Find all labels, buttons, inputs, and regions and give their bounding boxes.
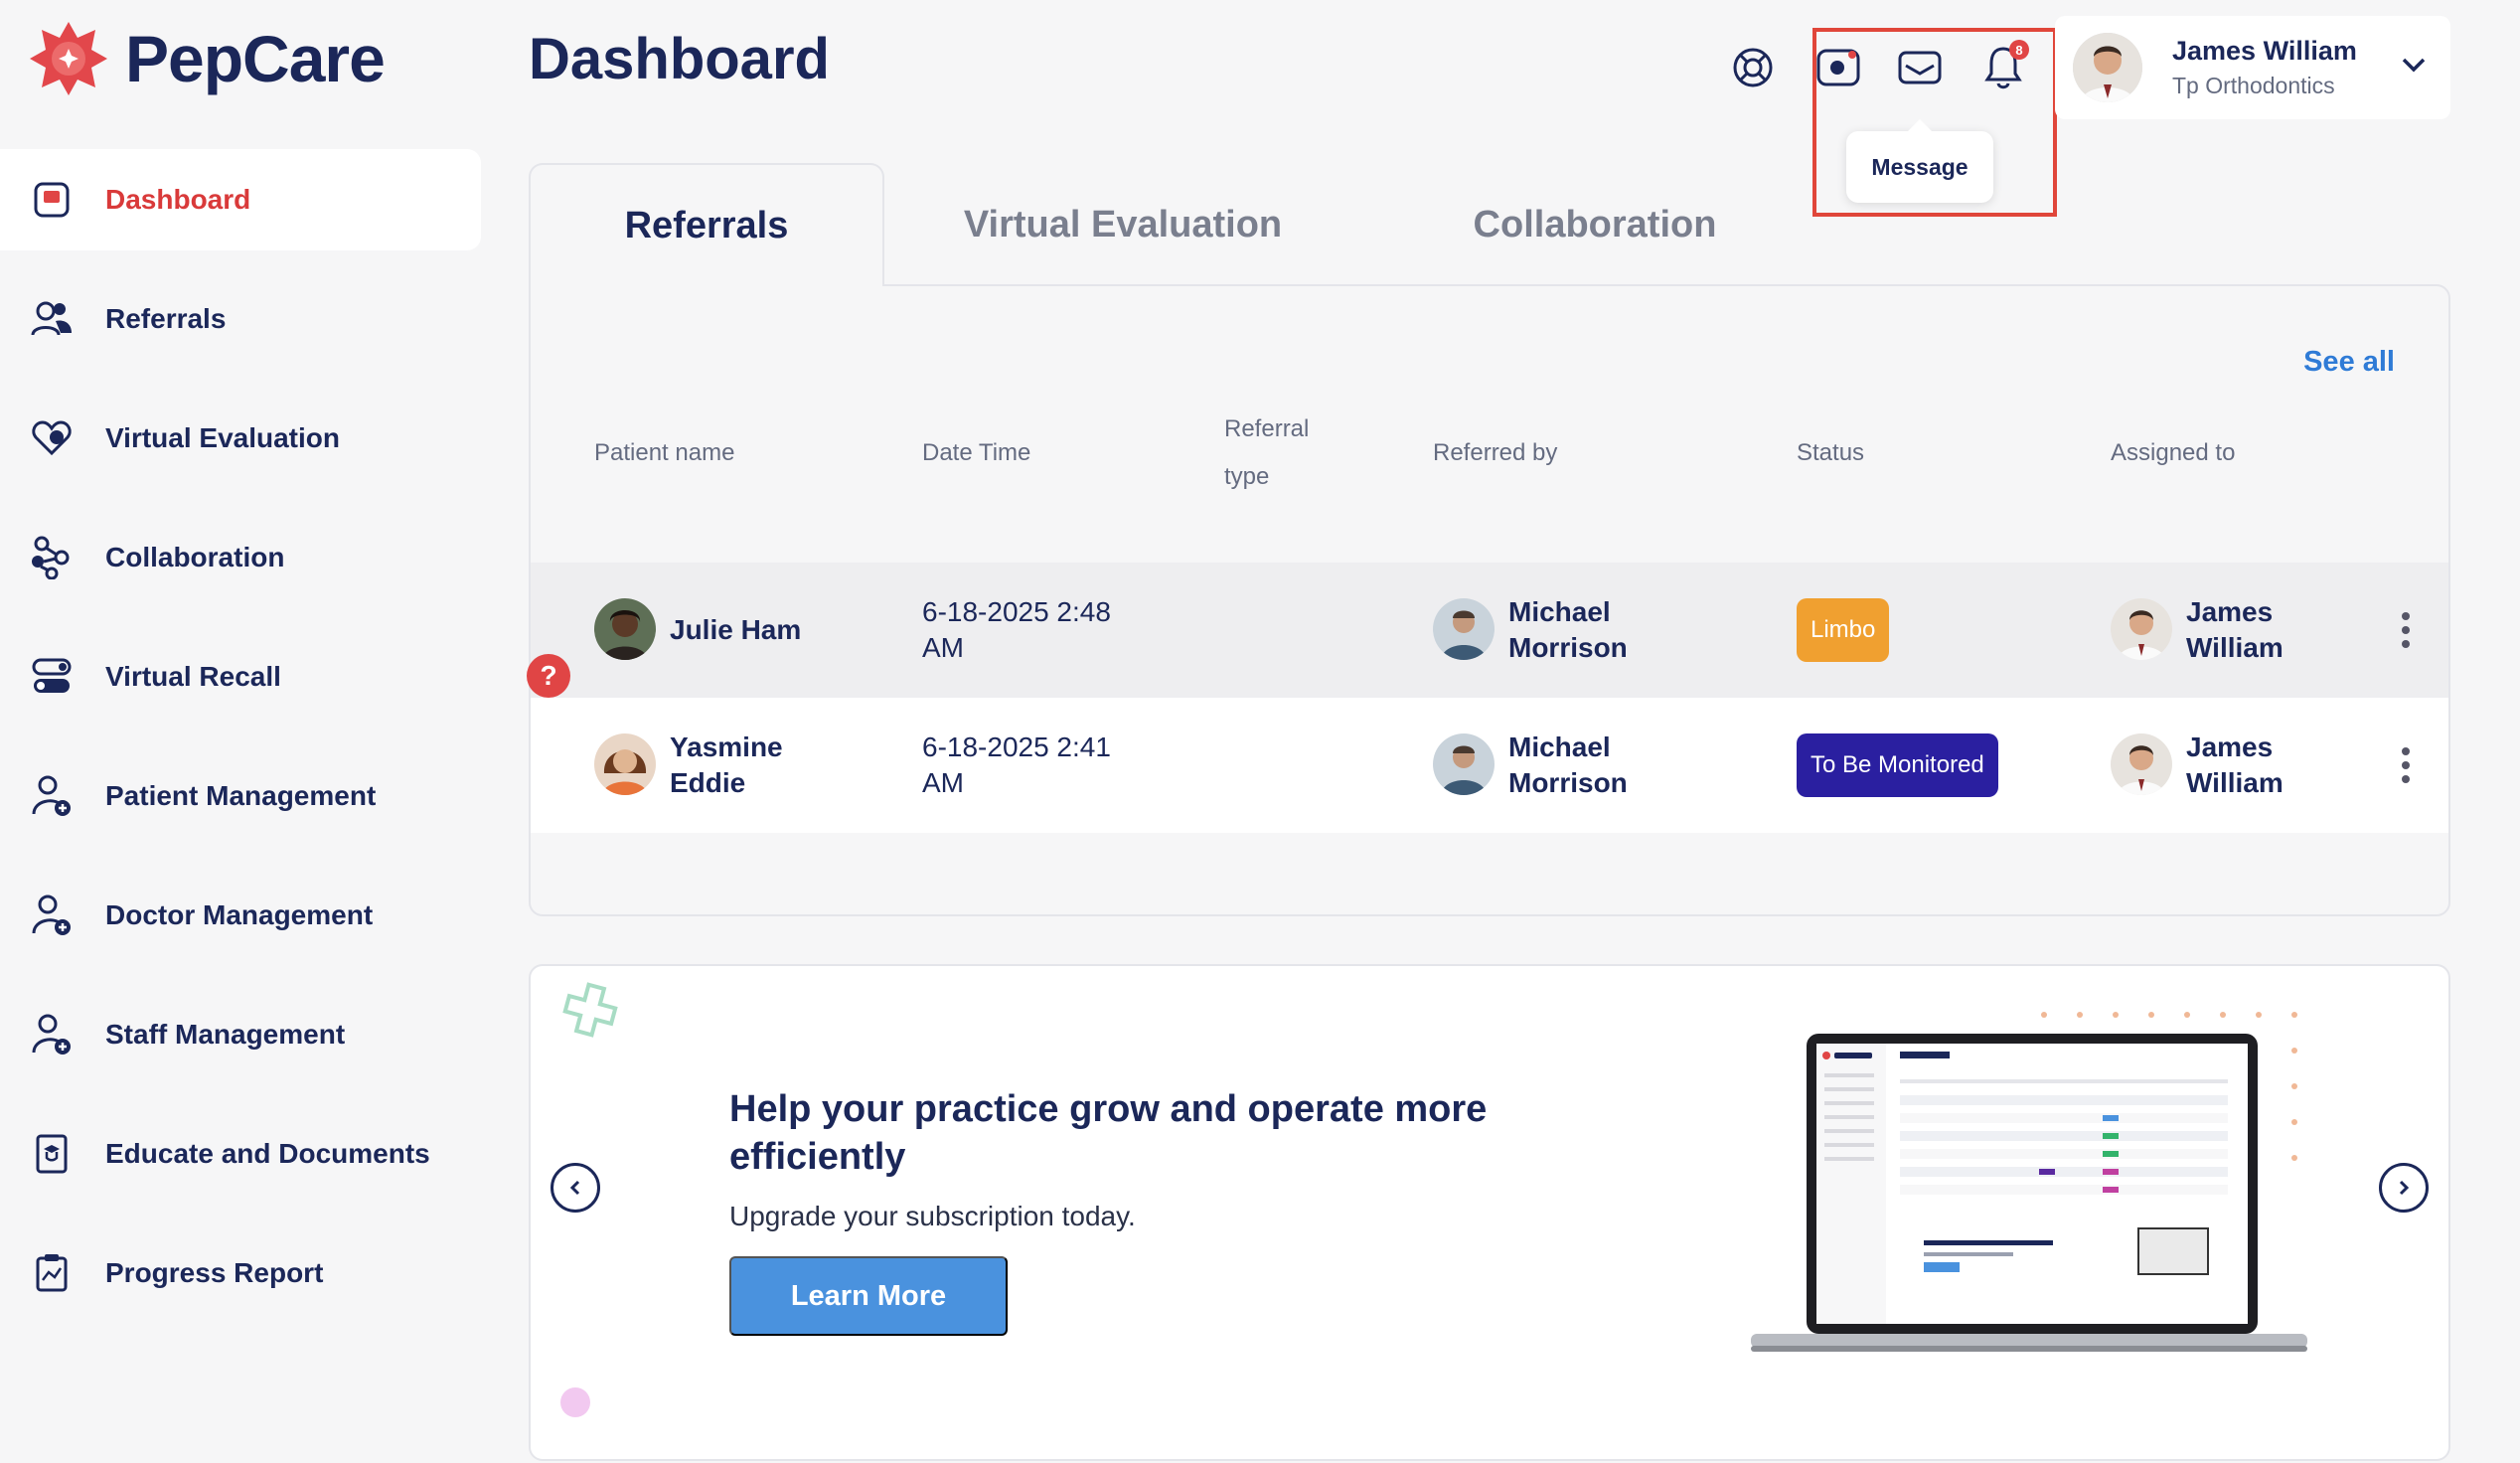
assigned-to: William: [2186, 632, 2284, 663]
user-add-icon: [30, 774, 74, 818]
column-header: Date Time: [922, 439, 1031, 466]
sidebar-item-label: Collaboration: [105, 542, 285, 572]
sidebar-item-label: Doctor Management: [105, 899, 374, 930]
date-time: AM: [922, 767, 964, 798]
sidebar-item-label: Progress Report: [105, 1257, 324, 1288]
date-time: 6-18-2025 2:41: [922, 732, 1111, 762]
column-header: Referred by: [1433, 439, 1558, 466]
table-row[interactable]: Yasmine Eddie 6-18-2025 2:41 AM Michael …: [531, 698, 2448, 833]
page-title: Dashboard: [529, 27, 830, 91]
decorative-dot: [560, 1387, 590, 1417]
promo-subtitle: Upgrade your subscription today.: [729, 1201, 1136, 1231]
patient-name: Julie Ham: [670, 614, 802, 645]
patient-name: Yasmine: [670, 732, 783, 762]
promo-banner: Help your practice grow and operate more…: [529, 964, 2450, 1461]
sidebar-item-educate-documents[interactable]: Educate and Documents: [0, 1103, 481, 1205]
carousel-next-button[interactable]: [2379, 1163, 2429, 1213]
referred-by: Morrison: [1508, 632, 1628, 663]
column-header: Referral type: [1224, 415, 1310, 490]
sidebar-item-label: Patient Management: [105, 780, 377, 811]
users-icon: [30, 297, 74, 341]
plus-decoration-icon: [547, 976, 626, 1046]
avatar: [1433, 733, 1495, 795]
sidebar-item-label: Staff Management: [105, 1019, 346, 1050]
sidebar-item-staff-management[interactable]: Staff Management: [0, 984, 481, 1085]
table-row[interactable]: Julie Ham 6-18-2025 2:48 AM Michael Morr…: [531, 563, 2448, 698]
learn-more-button[interactable]: Learn More: [729, 1256, 1008, 1336]
status-badge: To Be Monitored: [1797, 733, 1998, 797]
user-name: James William: [2172, 36, 2357, 66]
carousel-prev-button[interactable]: [551, 1163, 600, 1213]
sidebar-item-label: Virtual Evaluation: [105, 422, 340, 453]
patient-name: Eddie: [670, 767, 746, 798]
row-menu-icon[interactable]: [2401, 747, 2411, 783]
referrals-table: See all Patient name Date Time Referral …: [529, 284, 2450, 916]
avatar: [594, 733, 656, 795]
tab-virtual-evaluation[interactable]: Virtual Evaluation: [934, 163, 1312, 286]
avatar: [1433, 598, 1495, 660]
user-add-icon: [30, 894, 74, 937]
row-menu-icon[interactable]: [2401, 612, 2411, 648]
sidebar-item-label: Dashboard: [105, 184, 251, 215]
laptop-illustration: [1751, 1032, 2307, 1360]
assigned-to: James: [2186, 596, 2274, 627]
status-badge: Limbo: [1797, 598, 1890, 662]
sidebar-item-patient-management[interactable]: Patient Management: [0, 745, 481, 847]
share-icon: [30, 536, 74, 579]
column-header: Assigned to: [2111, 439, 2236, 466]
tab-collaboration[interactable]: Collaboration: [1421, 163, 1769, 286]
pepcare-logo-icon: [30, 22, 107, 95]
date-time: 6-18-2025 2:48: [922, 596, 1111, 627]
see-all-link[interactable]: See all: [2303, 346, 2395, 379]
sidebar-item-label: Referrals: [105, 303, 227, 334]
app-name: PepCare: [125, 22, 386, 95]
date-time: AM: [922, 632, 964, 663]
sidebar-item-doctor-management[interactable]: Doctor Management: [0, 865, 481, 966]
user-add-icon: [30, 1013, 74, 1057]
dashboard-icon: [30, 178, 74, 222]
assigned-to: William: [2186, 767, 2284, 798]
referred-by: Morrison: [1508, 767, 1628, 798]
avatar: [2111, 598, 2172, 660]
user-menu[interactable]: James William Tp Orthodontics: [2055, 16, 2450, 119]
toggle-icon: [30, 655, 74, 699]
sidebar-item-referrals[interactable]: Referrals: [0, 268, 481, 370]
app-logo[interactable]: PepCare: [26, 16, 386, 101]
sidebar-item-collaboration[interactable]: Collaboration: [0, 507, 481, 608]
heart-icon: [30, 416, 74, 460]
referred-by: Michael: [1508, 732, 1611, 762]
sidebar-item-virtual-recall[interactable]: Virtual Recall: [0, 626, 481, 728]
help-button[interactable]: ?: [527, 654, 570, 698]
avatar: [594, 598, 656, 660]
sidebar-item-dashboard[interactable]: Dashboard: [0, 149, 481, 250]
promo-title: Help your practice grow and operate more…: [729, 1088, 1488, 1178]
message-tooltip: Message: [1846, 119, 1993, 203]
sidebar-item-progress-report[interactable]: Progress Report: [0, 1222, 481, 1324]
assigned-to: James: [2186, 732, 2274, 762]
chevron-down-icon[interactable]: [2401, 56, 2427, 74]
sidebar-item-virtual-evaluation[interactable]: Virtual Evaluation: [0, 388, 481, 489]
clipboard-icon: [30, 1251, 74, 1295]
sidebar-item-label: Virtual Recall: [105, 661, 281, 692]
lifebuoy-icon[interactable]: [1723, 38, 1783, 97]
avatar: [2111, 733, 2172, 795]
sidebar-item-label: Educate and Documents: [105, 1138, 430, 1169]
referred-by: Michael: [1508, 596, 1611, 627]
user-org: Tp Orthodontics: [2172, 73, 2335, 98]
document-icon: [30, 1132, 74, 1176]
tab-referrals[interactable]: Referrals: [529, 163, 884, 286]
avatar: [2073, 33, 2142, 102]
column-header: Status: [1797, 439, 1865, 466]
column-header: Patient name: [594, 439, 735, 466]
